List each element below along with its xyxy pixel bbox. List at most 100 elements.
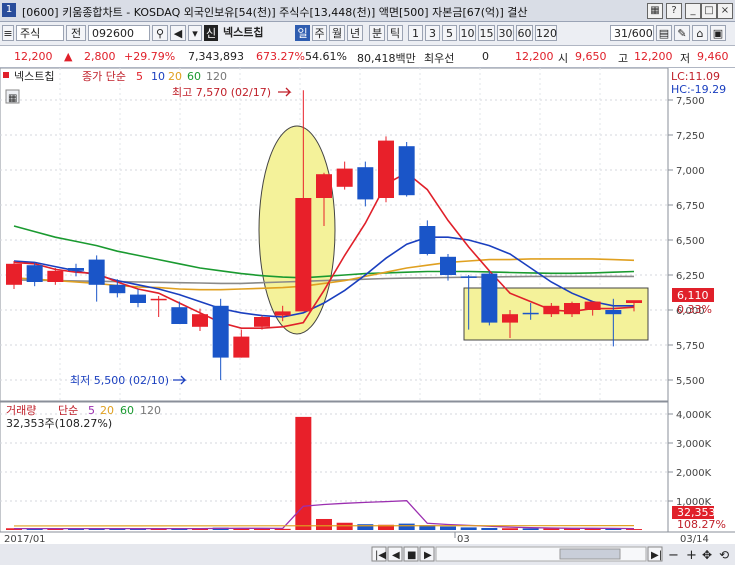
window-number-badge: 1 <box>2 3 16 17</box>
date-axis <box>0 532 735 544</box>
market-select[interactable]: 주식 <box>16 25 64 41</box>
lock-icon[interactable]: ⌂ <box>692 25 708 41</box>
interval-60[interactable]: 60 <box>516 25 533 41</box>
candle-count[interactable]: 31/600 <box>610 25 654 41</box>
menu-icon[interactable]: ≡ <box>2 25 14 41</box>
price-tick-label: 7,500 <box>676 96 705 107</box>
minimize-icon[interactable]: _ <box>685 3 701 19</box>
interval-3[interactable]: 3 <box>425 25 440 41</box>
interval-10[interactable]: 10 <box>459 25 476 41</box>
candle-body <box>275 311 291 315</box>
candle-body <box>440 257 456 275</box>
vol-legend-5: 5 <box>88 404 95 417</box>
maximize-icon[interactable]: □ <box>701 3 717 19</box>
up-arrow-icon: ▲ <box>64 50 72 63</box>
best-value: 0 <box>482 50 489 63</box>
candle-body <box>192 314 208 327</box>
volume-bar <box>543 529 559 530</box>
first-icon: |◀ <box>375 550 386 561</box>
tab-month[interactable]: 월 <box>329 25 345 41</box>
grid-icon[interactable]: ▤ <box>656 25 672 41</box>
zoom-in-icon[interactable]: + <box>686 548 697 563</box>
date-label-end: 03/14 <box>680 534 709 545</box>
interval-1[interactable]: 1 <box>408 25 423 41</box>
interval-120[interactable]: 120 <box>535 25 557 41</box>
candle-body <box>89 260 105 285</box>
ma-legend-label: 종가 단순 <box>82 70 126 83</box>
candle-body <box>626 300 642 303</box>
open-price: 9,650 <box>575 50 607 63</box>
change-percent: +29.79% <box>124 50 175 63</box>
reset-icon[interactable]: ⟲ <box>719 548 729 562</box>
volume-bar <box>440 527 456 530</box>
tab-minute[interactable]: 분 <box>369 25 385 41</box>
last-volume-percent: 108.27% <box>677 518 726 531</box>
ma-legend-5: 5 <box>136 70 143 83</box>
scroll-thumb[interactable] <box>560 549 620 559</box>
interval-15[interactable]: 15 <box>478 25 495 41</box>
candle-body <box>295 198 311 311</box>
volume-tick-label: 3,000K <box>676 439 712 450</box>
move-icon[interactable]: ✥ <box>702 548 712 562</box>
vol-legend-20: 20 <box>100 404 114 417</box>
last-price-percent: 0.33% <box>677 303 712 316</box>
trade-amount: 80,418백만 <box>357 50 416 66</box>
settings-icon[interactable]: ▦ <box>647 3 663 19</box>
tab-day[interactable]: 일 <box>295 25 310 41</box>
candle-body <box>68 268 84 271</box>
candle-body <box>47 271 63 282</box>
stock-chart[interactable]: 7,5007,2507,0006,7506,5006,2506,0005,750… <box>0 68 735 565</box>
turnover-rate: 54.61% <box>305 50 347 63</box>
speaker-icon[interactable]: ◀ <box>170 25 186 41</box>
volume-summary: 32,353주(108.27%) <box>6 417 112 430</box>
vol-legend-60: 60 <box>120 404 134 417</box>
stock-code-input[interactable]: 092600 <box>88 25 150 41</box>
price-tick-label: 6,500 <box>676 236 705 247</box>
candle-body <box>605 310 621 314</box>
best-label: 최우선 <box>424 50 454 66</box>
close-icon[interactable]: × <box>717 3 733 19</box>
prev-button[interactable]: 전 <box>66 25 86 41</box>
low-price: 9,460 <box>697 50 729 63</box>
price-tick-label: 7,250 <box>676 131 705 142</box>
zoom-out-icon[interactable]: − <box>668 548 679 563</box>
volume-title: 거래량 <box>6 404 36 417</box>
chart-title: 넥스트칩 <box>14 70 54 83</box>
legend-marker <box>3 72 9 78</box>
hc-label: HC:-19.29 <box>671 83 726 96</box>
search-icon[interactable]: ⚲ <box>152 25 168 41</box>
dropdown-icon[interactable]: ▾ <box>188 25 202 41</box>
candle-body <box>109 285 125 293</box>
vol-legend-label: 단순 <box>58 404 78 417</box>
last-price-value: 6,110 <box>677 289 709 302</box>
low-label: 저 <box>680 50 690 66</box>
ma-legend-120: 120 <box>206 70 227 83</box>
price-tick-label: 5,750 <box>676 341 705 352</box>
end-icon: ▶| <box>651 550 662 561</box>
tab-tick[interactable]: 틱 <box>387 25 403 41</box>
ma-legend-10: 10 <box>151 70 165 83</box>
chart-area[interactable]: 7,5007,2507,0006,7506,5006,2506,0005,750… <box>0 68 735 565</box>
interval-5[interactable]: 5 <box>442 25 457 41</box>
candle-body <box>502 314 518 322</box>
volume-bar <box>502 528 518 530</box>
candle-body <box>6 264 22 285</box>
volume-bar <box>399 524 415 530</box>
open-label: 시 <box>558 50 568 66</box>
candle-body <box>130 295 146 303</box>
stock-name: 넥스트칩 <box>220 25 288 41</box>
next-icon: ▶ <box>424 550 432 561</box>
tab-week[interactable]: 주 <box>312 25 327 41</box>
lc-label: LC:11.09 <box>671 70 720 83</box>
candle-body <box>213 306 229 358</box>
date-label-march: 03 <box>457 534 470 545</box>
volume-tick-label: 2,000K <box>676 468 712 479</box>
candle-body <box>357 167 373 199</box>
ma-legend-20: 20 <box>168 70 182 83</box>
tab-year[interactable]: 년 <box>347 25 363 41</box>
volume-bar <box>461 527 477 530</box>
help-icon[interactable]: ? <box>666 3 682 19</box>
interval-30[interactable]: 30 <box>497 25 514 41</box>
draw-icon[interactable]: ✎ <box>674 25 690 41</box>
save-icon[interactable]: ▣ <box>710 25 726 41</box>
